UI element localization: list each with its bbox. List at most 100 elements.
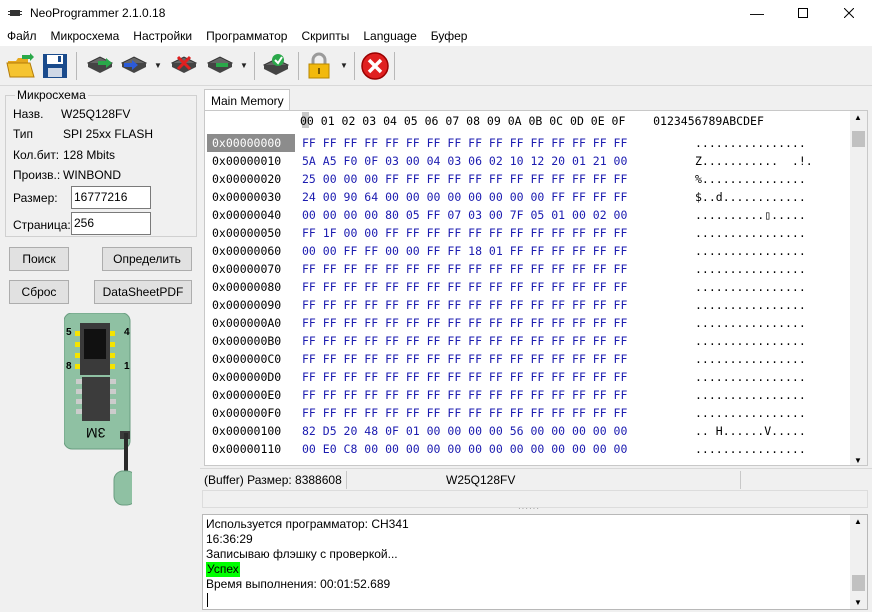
- hex-row[interactable]: 0x000000D0 FF FF FF FF FF FF FF FF FF FF …: [207, 368, 867, 386]
- scroll-up-icon[interactable]: ▲: [854, 113, 862, 122]
- hex-row-ascii[interactable]: ..........▯.....: [695, 208, 806, 222]
- scroll-down-icon[interactable]: ▼: [854, 456, 862, 465]
- hex-row-bytes[interactable]: FF FF FF FF FF FF FF FF FF FF FF FF FF F…: [302, 136, 627, 150]
- write-chip-button[interactable]: [116, 50, 150, 82]
- write-dropdown-arrow-icon[interactable]: ▼: [154, 61, 162, 70]
- hex-row[interactable]: 0x000000B0 FF FF FF FF FF FF FF FF FF FF …: [207, 332, 867, 350]
- log-vertical-scrollbar[interactable]: ▲ ▼: [850, 515, 867, 609]
- hex-row[interactable]: 0x000000A0 FF FF FF FF FF FF FF FF FF FF …: [207, 314, 867, 332]
- hex-row-ascii[interactable]: ................: [695, 280, 806, 294]
- log-scroll-up-icon[interactable]: ▲: [854, 517, 862, 526]
- hex-row-ascii[interactable]: ................: [695, 334, 806, 348]
- hex-row[interactable]: 0x00000060 00 00 FF FF 00 00 FF FF 18 01 …: [207, 242, 867, 260]
- hex-row-ascii[interactable]: ................: [695, 388, 806, 402]
- hex-row-address: 0x000000B0: [212, 334, 282, 348]
- log-output[interactable]: Используется программатор: CH341 16:36:2…: [202, 514, 868, 610]
- hex-row[interactable]: 0x00000080 FF FF FF FF FF FF FF FF FF FF …: [207, 278, 867, 296]
- hex-row-bytes[interactable]: 5A A5 F0 0F 03 00 04 03 06 02 10 12 20 0…: [302, 154, 627, 168]
- hex-row[interactable]: 0x00000050 FF 1F 00 00 FF FF FF FF FF FF …: [207, 224, 867, 242]
- hex-row[interactable]: 0x00000010 5A A5 F0 0F 03 00 04 03 06 02 …: [207, 152, 867, 170]
- maximize-button[interactable]: [780, 0, 826, 26]
- hex-row-bytes[interactable]: FF FF FF FF FF FF FF FF FF FF FF FF FF F…: [302, 262, 627, 276]
- hex-row-ascii[interactable]: Z........... .!.: [695, 154, 813, 168]
- hex-row[interactable]: 0x00000030 24 00 90 64 00 00 00 00 00 00 …: [207, 188, 867, 206]
- menu-scripts[interactable]: Скрипты: [294, 26, 356, 46]
- hex-row[interactable]: 0x000000F0 FF FF FF FF FF FF FF FF FF FF …: [207, 404, 867, 422]
- auto-program-button[interactable]: [258, 50, 292, 82]
- adapter-picture: 5 4 8 1 3M: [63, 312, 137, 513]
- hex-row-bytes[interactable]: 00 00 00 00 80 05 FF 07 03 00 7F 05 01 0…: [302, 208, 627, 222]
- menu-language[interactable]: Language: [356, 26, 423, 46]
- hex-row-bytes[interactable]: FF FF FF FF FF FF FF FF FF FF FF FF FF F…: [302, 334, 627, 348]
- soic-adapter-icon: [63, 312, 137, 506]
- hex-row-ascii[interactable]: ................: [695, 226, 806, 240]
- hex-row-bytes[interactable]: FF 1F 00 00 FF FF FF FF FF FF FF FF FF F…: [302, 226, 627, 240]
- hex-row[interactable]: 0x00000000 FF FF FF FF FF FF FF FF FF FF …: [207, 134, 867, 152]
- menu-chip[interactable]: Микросхема: [44, 26, 127, 46]
- hex-row-ascii[interactable]: %...............: [695, 172, 806, 186]
- hex-row-bytes[interactable]: 00 00 FF FF 00 00 FF FF 18 01 FF FF FF F…: [302, 244, 627, 258]
- hex-row-bytes[interactable]: FF FF FF FF FF FF FF FF FF FF FF FF FF F…: [302, 352, 627, 366]
- hex-row[interactable]: 0x00000100 82 D5 20 48 0F 01 00 00 00 00 …: [207, 422, 867, 440]
- hex-row-bytes[interactable]: 25 00 00 00 FF FF FF FF FF FF FF FF FF F…: [302, 172, 627, 186]
- hex-row-ascii[interactable]: $..d............: [695, 190, 806, 204]
- erase-chip-button[interactable]: [166, 50, 200, 82]
- hex-row[interactable]: 0x00000040 00 00 00 00 80 05 FF 07 03 00 …: [207, 206, 867, 224]
- hex-row-ascii[interactable]: ................: [695, 244, 806, 258]
- log-scroll-down-icon[interactable]: ▼: [854, 598, 862, 607]
- detect-button[interactable]: Определить: [102, 247, 192, 271]
- minimize-button[interactable]: —: [734, 0, 780, 26]
- menu-buffer[interactable]: Буфер: [424, 26, 475, 46]
- verify-dropdown-arrow-icon[interactable]: ▼: [240, 61, 248, 70]
- close-window-button[interactable]: [826, 0, 872, 26]
- chip-page-field[interactable]: 256: [71, 212, 151, 235]
- menu-programmer[interactable]: Программатор: [199, 26, 294, 46]
- hex-row-bytes[interactable]: 82 D5 20 48 0F 01 00 00 00 00 56 00 00 0…: [302, 424, 627, 438]
- title-bar[interactable]: NeoProgrammer 2.1.0.18 —: [0, 0, 872, 26]
- hex-row-ascii[interactable]: ................: [695, 136, 806, 150]
- hex-row[interactable]: 0x00000070 FF FF FF FF FF FF FF FF FF FF …: [207, 260, 867, 278]
- minimize-icon: —: [750, 5, 764, 21]
- hex-row-bytes[interactable]: FF FF FF FF FF FF FF FF FF FF FF FF FF F…: [302, 316, 627, 330]
- hex-row-ascii[interactable]: ................: [695, 298, 806, 312]
- pin-label-8: 8: [66, 361, 72, 372]
- search-button[interactable]: Поиск: [9, 247, 69, 271]
- tab-main-memory[interactable]: Main Memory: [204, 89, 290, 111]
- protect-dropdown-arrow-icon[interactable]: ▼: [340, 61, 348, 70]
- hex-row[interactable]: 0x00000090 FF FF FF FF FF FF FF FF FF FF …: [207, 296, 867, 314]
- read-chip-button[interactable]: [82, 50, 116, 82]
- hex-row-bytes[interactable]: FF FF FF FF FF FF FF FF FF FF FF FF FF F…: [302, 406, 627, 420]
- hex-row-bytes[interactable]: FF FF FF FF FF FF FF FF FF FF FF FF FF F…: [302, 298, 627, 312]
- hex-row-ascii[interactable]: ................: [695, 406, 806, 420]
- hex-row-ascii[interactable]: ................: [695, 262, 806, 276]
- hex-vertical-scrollbar[interactable]: ▲ ▼: [850, 111, 867, 465]
- hex-row[interactable]: 0x000000E0 FF FF FF FF FF FF FF FF FF FF …: [207, 386, 867, 404]
- save-file-button[interactable]: [38, 50, 72, 82]
- hex-scroll-thumb[interactable]: [852, 131, 865, 147]
- hex-row-bytes[interactable]: 24 00 90 64 00 00 00 00 00 00 00 00 FF F…: [302, 190, 627, 204]
- verify-chip-button[interactable]: [202, 50, 236, 82]
- hex-row-bytes[interactable]: FF FF FF FF FF FF FF FF FF FF FF FF FF F…: [302, 388, 627, 402]
- open-file-button[interactable]: [4, 50, 38, 82]
- hex-editor[interactable]: 00 01 02 03 04 05 06 07 08 09 0A 0B 0C 0…: [204, 110, 868, 466]
- hex-row-bytes[interactable]: 00 E0 C8 00 00 00 00 00 00 00 00 00 00 0…: [302, 442, 627, 456]
- menu-file[interactable]: Файл: [0, 26, 44, 46]
- datasheet-button[interactable]: DataSheetPDF: [94, 280, 192, 304]
- hex-row-ascii[interactable]: ................: [695, 442, 806, 456]
- stop-button[interactable]: [358, 50, 392, 82]
- chip-size-field[interactable]: 16777216: [71, 186, 151, 209]
- hex-row-bytes[interactable]: FF FF FF FF FF FF FF FF FF FF FF FF FF F…: [302, 370, 627, 384]
- hex-row-bytes[interactable]: FF FF FF FF FF FF FF FF FF FF FF FF FF F…: [302, 280, 627, 294]
- hex-row-ascii[interactable]: ................: [695, 316, 806, 330]
- reset-button[interactable]: Сброс: [9, 280, 69, 304]
- hex-row-ascii[interactable]: .. H......V.....: [695, 424, 806, 438]
- hex-row[interactable]: 0x000000C0 FF FF FF FF FF FF FF FF FF FF …: [207, 350, 867, 368]
- hex-row[interactable]: 0x00000110 00 E0 C8 00 00 00 00 00 00 00 …: [207, 440, 867, 458]
- folder-open-icon: [6, 53, 35, 78]
- hex-row[interactable]: 0x00000020 25 00 00 00 FF FF FF FF FF FF …: [207, 170, 867, 188]
- protect-button[interactable]: [302, 50, 336, 82]
- hex-row-ascii[interactable]: ................: [695, 370, 806, 384]
- menu-settings[interactable]: Настройки: [126, 26, 199, 46]
- log-scroll-thumb[interactable]: [852, 575, 865, 591]
- hex-row-ascii[interactable]: ................: [695, 352, 806, 366]
